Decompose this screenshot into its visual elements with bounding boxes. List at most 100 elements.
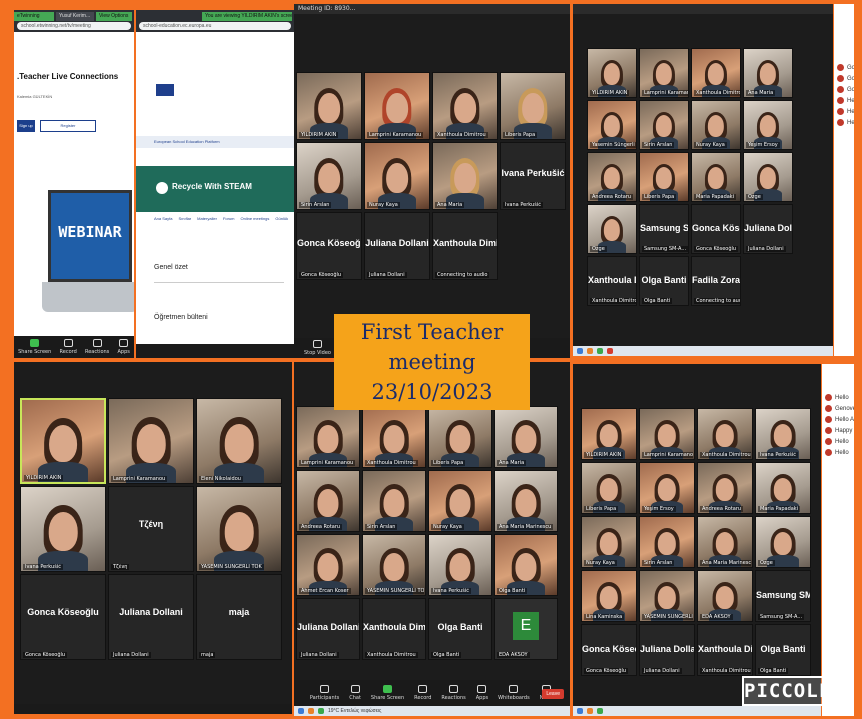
primary-button[interactable]: Sign up [17, 120, 35, 132]
participant-tile[interactable]: Ana Maria [743, 48, 793, 98]
participant-tile[interactable]: Ahmet Ercan Koser [296, 534, 360, 596]
esep-address-bar[interactable]: school-education.ec.europa.eu [139, 22, 291, 30]
taskbar-app-icon[interactable] [577, 708, 583, 714]
nav-classes[interactable]: Sınıflar [178, 216, 191, 221]
participant-tile[interactable]: Ivana Perkušić [755, 408, 811, 460]
participant-tile[interactable]: Samsung SM-A... Samsung SM-A... [639, 204, 689, 254]
reactions-button[interactable]: Reactions [441, 685, 466, 701]
taskbar-app-icon[interactable] [308, 708, 314, 714]
participant-tile[interactable]: Lamprini Karamanou [296, 406, 360, 468]
participant-tile[interactable]: Nuray Kaya [428, 470, 492, 532]
participant-tile[interactable]: E EDA AKSOY [494, 598, 558, 660]
leave-button[interactable]: Leave [542, 689, 564, 699]
participant-tile[interactable]: Xanthoula Dimi... Xanthoula Dimitrou [362, 598, 426, 660]
taskbar-app-icon[interactable] [318, 708, 324, 714]
participant-tile[interactable]: Xanthoula Dimit... Connecting to audio [432, 212, 498, 280]
participant-tile[interactable]: Liberis Papa [500, 72, 566, 140]
participant-tile[interactable]: Nuray Kaya [364, 142, 430, 210]
participant-tile[interactable]: Juliana Dollani Juliana Dollani [364, 212, 430, 280]
participant-tile[interactable]: Yasemin Süngerli [587, 100, 637, 150]
taskbar-app-icon[interactable] [587, 348, 593, 354]
participant-tile[interactable]: maja maja [196, 574, 282, 660]
participant-tile[interactable]: Lamprini Karamanou [364, 72, 430, 140]
view-options-button[interactable]: View Options [96, 12, 132, 21]
tab-second[interactable]: Yusuf Kerim... [56, 12, 94, 21]
participant-tile[interactable]: Olga Banti Olga Banti [755, 624, 811, 676]
participant-tile[interactable]: YILDIRIM AKIN [296, 72, 362, 140]
participant-tile[interactable]: YILDIRIM AKIN [587, 48, 637, 98]
participant-tile[interactable]: Eleni Nikolaidou [196, 398, 282, 484]
participant-tile[interactable]: Sirin Arslan [639, 100, 689, 150]
participant-tile[interactable]: Olga Banti [494, 534, 558, 596]
nav-diary[interactable]: Günlük [275, 216, 288, 221]
participant-tile[interactable]: Gonca Köseoğlu Gonca Köseoğlu [296, 212, 362, 280]
participant-tile[interactable]: Maria Papadaki [755, 462, 811, 514]
participant-tile[interactable]: Xanthoula Dimitrou [697, 408, 753, 460]
participant-tile[interactable]: EDA AKSOY [697, 570, 753, 622]
nav-materials[interactable]: Materyaller [197, 216, 217, 221]
participant-tile[interactable]: Liberis Papa [581, 462, 637, 514]
participant-tile[interactable]: Lamprini Karamanou [639, 408, 695, 460]
record-button[interactable]: Record [414, 685, 431, 701]
whiteboards-button[interactable]: Whiteboards [498, 685, 530, 701]
reactions-button[interactable]: Reactions [85, 339, 109, 355]
participant-tile[interactable]: Ana Maria [494, 406, 558, 468]
participant-tile[interactable]: Sirin Arslan [296, 142, 362, 210]
taskbar-app-icon[interactable] [577, 348, 583, 354]
share-screen-button[interactable]: Share Screen [18, 339, 51, 355]
participant-tile[interactable]: Xanthoula Dimitrou [691, 48, 741, 98]
participant-tile[interactable]: Lamprini Karamanou [639, 48, 689, 98]
participant-tile[interactable]: YILDIRIM AKIN [581, 408, 637, 460]
participant-tile[interactable]: Ana Maria Marinescu [494, 470, 558, 532]
participant-tile[interactable]: Τζένη Τζένη [108, 486, 194, 572]
nav-online[interactable]: Online meetings [241, 216, 270, 221]
participant-tile[interactable]: Juliana Dollani Juliana Dollani [639, 624, 695, 676]
participant-tile[interactable]: Ivana Perkušić [428, 534, 492, 596]
taskbar-app-icon[interactable] [587, 708, 593, 714]
participant-tile[interactable]: Lina Kaminska [581, 570, 637, 622]
participant-tile[interactable]: Özge [587, 204, 637, 254]
participant-tile[interactable]: Yeşim Ersoy [639, 462, 695, 514]
apps-button[interactable]: Apps [117, 339, 130, 355]
participant-tile[interactable]: Sirin Arslan [639, 516, 695, 568]
participant-tile[interactable]: Andreea Rotaru [587, 152, 637, 202]
participant-tile[interactable]: Özge [755, 516, 811, 568]
participant-tile[interactable]: Nuray Kaya [581, 516, 637, 568]
participant-tile[interactable]: Gonca Köseoğlu Gonca Köseoğlu [581, 624, 637, 676]
participant-tile[interactable]: Maria Papadaki [691, 152, 741, 202]
participant-tile[interactable]: Olga Banti Olga Banti [639, 256, 689, 306]
participants-button[interactable]: Participants [310, 685, 339, 701]
participant-tile[interactable]: Gonca Köseoğlu Gonca Köseoğlu [20, 574, 106, 660]
participant-tile[interactable]: Liberis Papa [639, 152, 689, 202]
tab-etwinning[interactable]: eTwinning [14, 12, 54, 21]
participant-tile[interactable]: Juliana Dollani Juliana Dollani [743, 204, 793, 254]
participant-tile[interactable]: Sirin Arslan [362, 470, 426, 532]
apps-button[interactable]: Apps [476, 685, 488, 701]
participant-tile[interactable]: Yeşim Ersoy [743, 100, 793, 150]
record-button[interactable]: Record [60, 339, 77, 355]
participant-tile[interactable]: Özge [743, 152, 793, 202]
address-bar[interactable]: school.etwinning.net/tv/meeting [17, 22, 131, 30]
participant-tile[interactable]: Lamprini Karamanou [108, 398, 194, 484]
participant-tile[interactable]: Liberis Papa [428, 406, 492, 468]
taskbar-app-icon[interactable] [607, 348, 613, 354]
participant-tile[interactable]: Ivana Perkušić Ivana Perkušić [500, 142, 566, 210]
participant-tile[interactable]: Xanthoula Dimitrou [362, 406, 426, 468]
participant-tile[interactable]: YASEMİN SÜNGERLİ TOK [639, 570, 695, 622]
participant-tile[interactable]: YASEMİN SÜNGERLİ TOK [362, 534, 426, 596]
nav-home[interactable]: Ana Sayfa [154, 216, 172, 221]
taskbar-app-icon[interactable] [597, 348, 603, 354]
participant-tile[interactable]: Andreea Rotaru [296, 470, 360, 532]
participant-tile[interactable]: Fadila Zoranić Connecting to audio [691, 256, 741, 306]
nav-forum[interactable]: Forum [223, 216, 235, 221]
participant-tile[interactable]: Andreea Rotaru [697, 462, 753, 514]
participant-tile[interactable]: Juliana Dollani Juliana Dollani [108, 574, 194, 660]
taskbar-app-icon[interactable] [597, 708, 603, 714]
participant-tile[interactable]: YASEMİN SÜNGERLİ TOK [196, 486, 282, 572]
secondary-button[interactable]: Register [40, 120, 96, 132]
participant-tile[interactable]: Nuray Kaya [691, 100, 741, 150]
participant-tile[interactable]: Ivana Perkušić [20, 486, 106, 572]
participant-tile[interactable]: Gonca Köseoğlu Gonca Köseoğlu [691, 204, 741, 254]
participant-tile[interactable]: Juliana Dollani Juliana Dollani [296, 598, 360, 660]
participant-tile[interactable]: Xanthoula Dimi... Xanthoula Dimitrou [697, 624, 753, 676]
